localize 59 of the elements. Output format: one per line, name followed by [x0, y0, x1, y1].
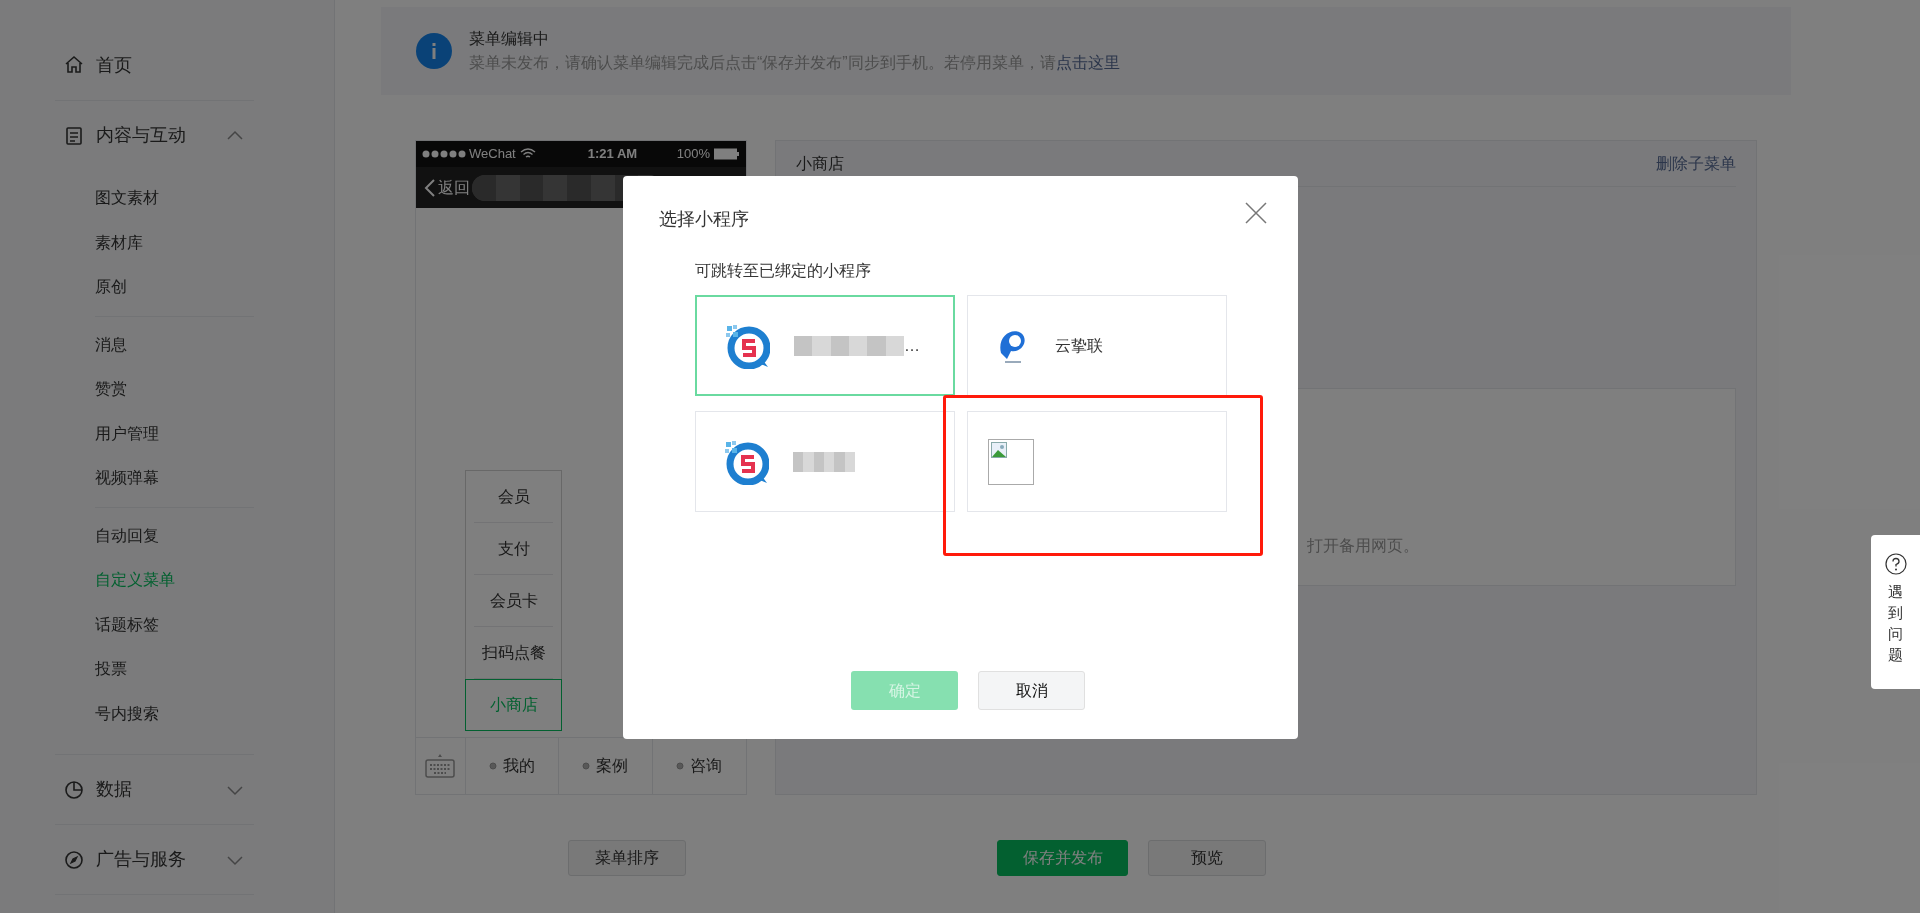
- s-logo-icon: [723, 438, 769, 485]
- wifi-icon: [519, 148, 536, 160]
- help-icon: [1884, 553, 1907, 575]
- sidebar-item[interactable]: 自动回复: [95, 513, 254, 558]
- s-logo-icon: [724, 322, 770, 369]
- dot-icon: [582, 762, 591, 770]
- back-link[interactable]: 返回: [438, 175, 470, 200]
- home-icon: [64, 55, 84, 75]
- carrier-name: WeChat: [469, 145, 516, 164]
- close-button[interactable]: [1244, 200, 1268, 225]
- signal-icon: [422, 150, 466, 158]
- sidebar-section[interactable]: 数据: [55, 754, 254, 824]
- sidebar-item[interactable]: 赞赏: [95, 367, 254, 412]
- mini-program-card[interactable]: 云挚联: [967, 295, 1227, 396]
- sidebar-section[interactable]: 广告与服务: [55, 824, 254, 894]
- delete-submenu-link[interactable]: 删除子菜单: [1656, 151, 1736, 176]
- document-icon: [64, 125, 84, 146]
- submenu-item[interactable]: 会员: [474, 471, 553, 523]
- panel-title: 小商店: [796, 153, 844, 174]
- menu-bar-item[interactable]: 我的: [465, 738, 560, 794]
- close-icon: [1244, 200, 1268, 225]
- help-label: 遇到问题: [1888, 582, 1903, 665]
- footer-button[interactable]: 预览: [1148, 840, 1266, 876]
- sidebar-item[interactable]: 消息: [95, 322, 254, 367]
- status-time: 1:21 AM: [587, 145, 638, 164]
- submenu-item[interactable]: 会员卡: [474, 575, 553, 627]
- sidebar-section[interactable]: 内容与互动: [55, 100, 254, 170]
- info-glyph-icon: [432, 43, 436, 59]
- battery-percent: 100%: [676, 145, 710, 164]
- sidebar-item[interactable]: 投票: [95, 647, 254, 692]
- notice-link[interactable]: 点击这里: [1055, 51, 1120, 75]
- mini-program-name: …: [904, 335, 920, 356]
- menu-bar-item[interactable]: 咨询: [652, 738, 746, 794]
- dot-icon: [676, 762, 685, 770]
- submenu-item[interactable]: 扫码点餐: [474, 627, 553, 679]
- sidebar-section[interactable]: 首页: [55, 30, 254, 100]
- battery-icon: [714, 148, 740, 160]
- keyboard-icon: [425, 754, 456, 778]
- sidebar-item[interactable]: 号内搜索: [95, 691, 254, 736]
- sidebar-item[interactable]: 视频弹幕: [95, 456, 254, 501]
- sidebar-item[interactable]: 素材库: [95, 220, 254, 265]
- footer-button[interactable]: 菜单排序: [568, 840, 686, 876]
- submenu-item[interactable]: 支付: [474, 523, 553, 575]
- cancel-button[interactable]: 取消: [978, 671, 1085, 710]
- notice-title: 菜单编辑中: [469, 29, 550, 49]
- sidebar-item[interactable]: 话题标签: [95, 602, 254, 647]
- mini-program-name: 云挚联: [1055, 335, 1103, 356]
- dot-icon: [488, 762, 497, 770]
- sidebar-item[interactable]: 原创: [95, 265, 254, 310]
- mini-program-card[interactable]: [695, 411, 955, 512]
- dialog-subtitle: 可跳转至已绑定的小程序: [695, 261, 872, 281]
- help-tab[interactable]: 遇到问题: [1871, 535, 1920, 689]
- image-placeholder-icon: [991, 441, 1009, 460]
- sidebar-item[interactable]: 图文素材: [95, 176, 254, 221]
- pie-chart-icon: [64, 779, 84, 800]
- sidebar-item[interactable]: 用户管理: [95, 411, 254, 456]
- compass-icon: [64, 849, 84, 870]
- dialog-title: 选择小程序: [659, 208, 749, 231]
- mini-program-card[interactable]: …: [695, 295, 955, 396]
